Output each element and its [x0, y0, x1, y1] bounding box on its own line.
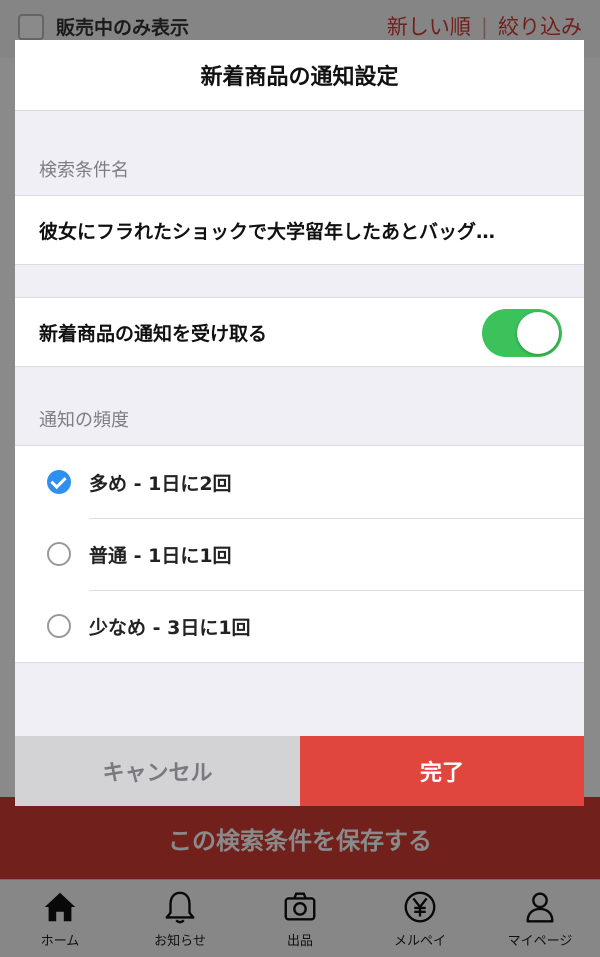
frequency-header-label: 通知の頻度 — [39, 410, 129, 431]
radio-circle-icon — [47, 614, 71, 638]
notification-settings-modal: 新着商品の通知設定 検索条件名 彼女にフラれたショックで大学留年したあとバッグ…… — [15, 40, 584, 806]
search-name-section-header: 検索条件名 — [15, 111, 584, 195]
frequency-option-label: 普通 - 1日に1回 — [89, 544, 232, 567]
frequency-option-less[interactable]: 少なめ - 3日に1回 — [15, 590, 584, 662]
radio-circle-icon — [47, 542, 71, 566]
notify-toggle-switch[interactable] — [482, 309, 562, 357]
frequency-option-label: 少なめ - 3日に1回 — [89, 616, 251, 639]
done-button[interactable]: 完了 — [300, 736, 584, 806]
frequency-option-label: 多め - 1日に2回 — [89, 472, 232, 495]
frequency-section-header: 通知の頻度 — [15, 367, 584, 445]
cancel-button[interactable]: キャンセル — [15, 736, 300, 806]
notify-toggle-label: 新着商品の通知を受け取る — [39, 322, 268, 345]
search-name-header-label: 検索条件名 — [39, 160, 129, 181]
modal-actions: キャンセル 完了 — [15, 736, 584, 806]
frequency-option-normal[interactable]: 普通 - 1日に1回 — [15, 518, 584, 590]
modal-title: 新着商品の通知設定 — [15, 40, 584, 111]
search-name-value: 彼女にフラれたショックで大学留年したあとバッグ… — [39, 220, 496, 243]
search-name-row[interactable]: 彼女にフラれたショックで大学留年したあとバッグ… — [15, 195, 584, 265]
notify-toggle-row: 新着商品の通知を受け取る — [15, 297, 584, 367]
checkmark-radio-icon — [47, 470, 71, 494]
toggle-knob — [517, 312, 559, 354]
frequency-option-often[interactable]: 多め - 1日に2回 — [15, 446, 584, 518]
frequency-options: 多め - 1日に2回 普通 - 1日に1回 少なめ - 3日に1回 — [15, 445, 584, 663]
